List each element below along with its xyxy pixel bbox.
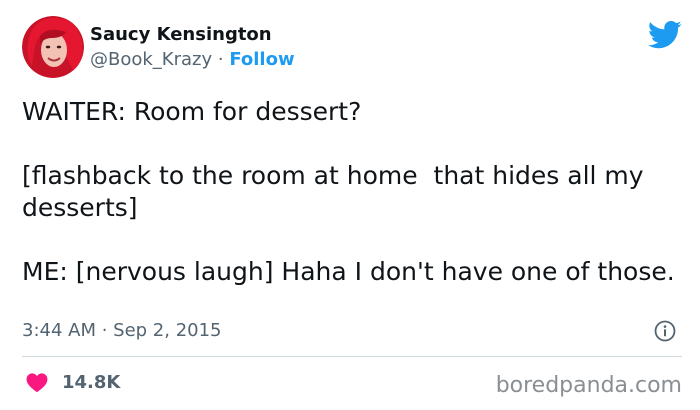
handle-separator: · xyxy=(212,49,230,70)
like-count[interactable]: 14.8K xyxy=(62,368,120,398)
avatar-image xyxy=(22,16,84,78)
watermark: boredpanda.com xyxy=(495,373,682,398)
info-icon[interactable] xyxy=(654,320,676,342)
tweet-meta: 3:44 AM · Sep 2, 2015 xyxy=(22,318,682,344)
author-info: Saucy Kensington @Book_Krazy · Follow xyxy=(90,24,295,71)
handle-row: @Book_Krazy · Follow xyxy=(90,49,295,71)
avatar[interactable] xyxy=(22,16,84,78)
tweet-timestamp[interactable]: 3:44 AM · Sep 2, 2015 xyxy=(22,320,222,341)
tweet-card: Saucy Kensington @Book_Krazy · Follow WA… xyxy=(0,0,700,410)
tweet-text: WAITER: Room for dessert? [flashback to … xyxy=(22,96,682,288)
tweet-paragraph: WAITER: Room for dessert? xyxy=(22,97,362,126)
display-name[interactable]: Saucy Kensington xyxy=(90,24,295,46)
tweet-paragraph: ME: [nervous laugh] Haha I don't have on… xyxy=(22,257,675,286)
heart-icon[interactable] xyxy=(26,372,48,393)
follow-link[interactable]: Follow xyxy=(229,49,294,70)
divider xyxy=(22,356,682,357)
tweet-paragraph: [flashback to the room at home that hide… xyxy=(22,161,652,222)
twitter-bird-icon[interactable] xyxy=(648,20,682,50)
user-handle[interactable]: @Book_Krazy xyxy=(90,49,212,70)
tweet-header: Saucy Kensington @Book_Krazy · Follow xyxy=(22,16,682,80)
